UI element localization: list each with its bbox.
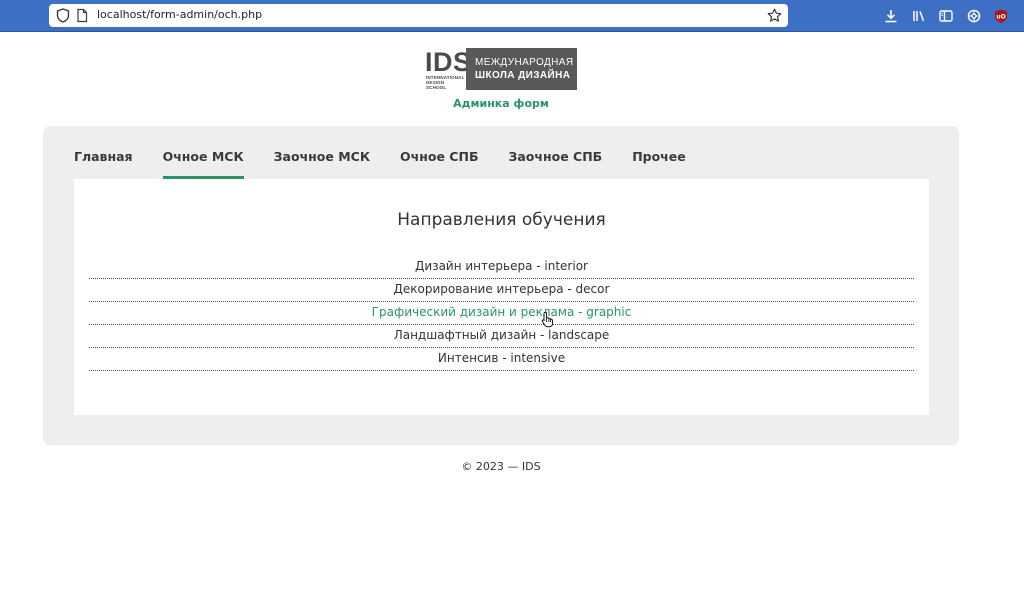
ublock-icon[interactable]: uO: [993, 8, 1009, 24]
bookmark-star-icon[interactable]: [767, 8, 782, 23]
address-bar[interactable]: localhost/form-admin/och.php: [49, 4, 788, 27]
directions-list: Дизайн интерьера - interior Декорировани…: [89, 256, 914, 371]
logo-school-box: МЕЖДУНАРОДНАЯ ШКОЛА ДИЗАЙНА: [466, 48, 577, 90]
logo-brand: IDS: [425, 47, 472, 77]
shield-icon[interactable]: [56, 8, 70, 23]
tab-zaochnoe-spb[interactable]: Заочное СПБ: [508, 126, 602, 179]
tab-ochnoe-spb[interactable]: Очное СПБ: [400, 126, 478, 179]
main-card: Главная Очное МСК Заочное МСК Очное СПБ …: [43, 126, 959, 445]
page-title: Направления обучения: [397, 210, 606, 230]
tab-other[interactable]: Прочее: [632, 126, 686, 179]
logo-box-line1: МЕЖДУНАРОДНАЯ: [475, 57, 574, 68]
tab-zaochnoe-msk[interactable]: Заочное МСК: [274, 126, 370, 179]
svg-text:uO: uO: [996, 14, 1005, 21]
page-icon: [76, 8, 88, 23]
download-icon[interactable]: [883, 8, 899, 24]
browser-toolbar: localhost/form-admin/och.php uO: [0, 0, 1024, 32]
footer-copyright: © 2023 — IDS: [461, 460, 541, 473]
direction-link-landscape[interactable]: Ландшафтный дизайн - landscape: [89, 325, 914, 348]
library-icon[interactable]: [911, 8, 927, 24]
logo-box-line2: ШКОЛА ДИЗАЙНА: [475, 70, 571, 81]
hand-pointer-icon: [541, 311, 555, 328]
site-subtitle: Админка форм: [453, 97, 549, 110]
direction-link-graphic[interactable]: Графический дизайн и реклама - graphic: [89, 302, 914, 325]
tab-ochnoe-msk[interactable]: Очное МСК: [162, 126, 244, 179]
logo-tagline: INTERNATIONAL DESIGN SCHOOL: [426, 75, 464, 90]
nav-tabs: Главная Очное МСК Заочное МСК Очное СПБ …: [74, 126, 716, 179]
direction-link-interior[interactable]: Дизайн интерьера - interior: [89, 256, 914, 279]
site-logo[interactable]: IDS INTERNATIONAL DESIGN SCHOOL МЕЖДУНАР…: [425, 48, 577, 90]
content-panel: Направления обучения Дизайн интерьера - …: [74, 179, 929, 415]
logo-tagline-line2: DESIGN SCHOOL: [426, 80, 447, 90]
direction-link-intensive[interactable]: Интенсив - intensive: [89, 348, 914, 371]
extensions-icon[interactable]: [966, 8, 982, 24]
sidebar-icon[interactable]: [938, 8, 954, 24]
tab-home[interactable]: Главная: [74, 126, 133, 179]
toolbar-divider: [0, 31, 1024, 32]
direction-link-decor[interactable]: Декорирование интерьера - decor: [89, 279, 914, 302]
url-text[interactable]: localhost/form-admin/och.php: [97, 8, 262, 21]
